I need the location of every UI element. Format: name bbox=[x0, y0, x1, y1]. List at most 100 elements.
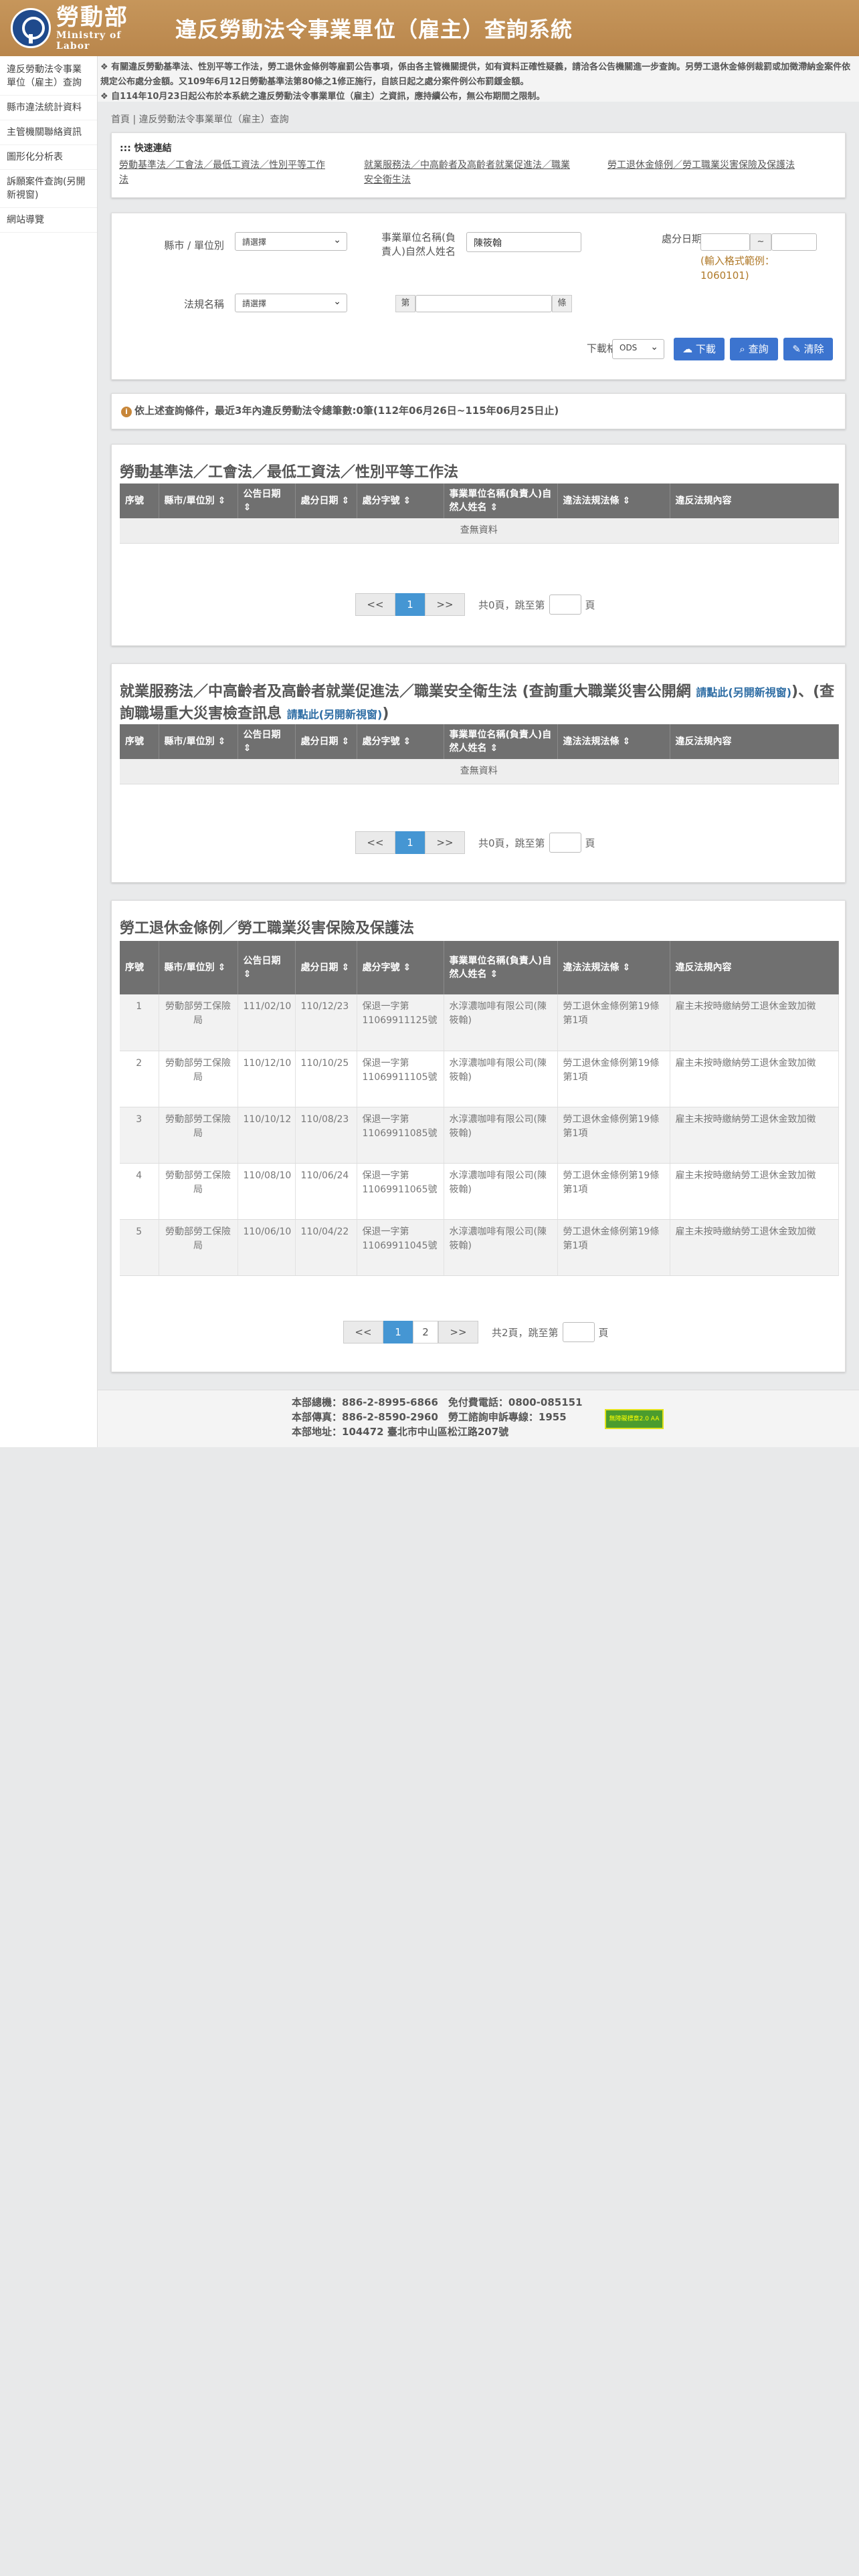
workplace-disaster-link[interactable]: 請點此(另開新視窗) bbox=[287, 708, 383, 721]
col-header: 違反法規內容 bbox=[670, 724, 839, 759]
col-header: 序號 bbox=[120, 941, 159, 994]
col-header[interactable]: 縣市/單位別 ⇕ bbox=[159, 941, 238, 994]
footer-phone: 本部總機：886-2-8995-6866 免付費電話：0800-085151 bbox=[292, 1396, 583, 1408]
quick-link-labor-standards[interactable]: 勞動基準法／工會法／最低工資法／性別平等工作法 bbox=[119, 158, 333, 187]
col-header[interactable]: 處分日期 ⇕ bbox=[295, 724, 357, 759]
prev-page-button[interactable]: << bbox=[355, 831, 395, 854]
col-header: 違反法規內容 bbox=[670, 941, 839, 994]
county-select[interactable]: 請選擇 ⌄ bbox=[235, 232, 347, 251]
page-1-button[interactable]: 1 bbox=[395, 593, 425, 616]
cloud-download-icon: ☁ bbox=[682, 343, 693, 355]
query-button[interactable]: ⌕ 查詢 bbox=[730, 338, 778, 360]
col-header[interactable]: 事業單位名稱(負責人)自然人姓名 ⇕ bbox=[444, 724, 558, 759]
results-table-employment-services: 序號 縣市/單位別 ⇕ 公告日期 ⇕ 處分日期 ⇕ 處分字號 ⇕ 事業單位名稱(… bbox=[120, 724, 839, 784]
article-suffix: 條 bbox=[552, 295, 572, 312]
notice-line: ❖ 有關違反勞動基準法、性別平等工作法，勞工退休金條例等雇罰公告事項，係由各主管… bbox=[100, 62, 851, 87]
cell-index: 4 bbox=[120, 1163, 159, 1220]
accessibility-badge[interactable]: 無障礙標章2.0 AA bbox=[605, 1409, 664, 1429]
format-select[interactable]: ODS ⌄ bbox=[612, 339, 664, 359]
sidebar-item-county-stats[interactable]: 縣市違法統計資料 bbox=[0, 96, 97, 120]
col-header[interactable]: 縣市/單位別 ⇕ bbox=[159, 484, 238, 518]
col-header[interactable]: 事業單位名稱(負責人)自然人姓名 ⇕ bbox=[444, 941, 558, 994]
sidebar-item-appeal-query[interactable]: 訴願案件查詢(另開新視窗) bbox=[0, 170, 97, 208]
section-labor-standards: 勞動基準法／工會法／最低工資法／性別平等工作法 序號 縣市/單位別 ⇕ 公告日期… bbox=[111, 444, 846, 646]
page-1-button[interactable]: 1 bbox=[383, 1321, 413, 1344]
col-header[interactable]: 處分日期 ⇕ bbox=[295, 941, 357, 994]
cell-index: 3 bbox=[120, 1107, 159, 1164]
cell-index: 1 bbox=[120, 994, 159, 1051]
col-header[interactable]: 違法法規法條 ⇕ bbox=[557, 484, 670, 518]
prev-page-button[interactable]: << bbox=[355, 593, 395, 616]
date-start-input[interactable] bbox=[700, 233, 750, 251]
next-page-button[interactable]: >> bbox=[425, 593, 465, 616]
cell-penalty-date: 110/10/25 bbox=[295, 1051, 357, 1107]
cell-penalty-date: 110/06/24 bbox=[295, 1163, 357, 1220]
page-summary: 共2頁，跳至第 bbox=[492, 1326, 559, 1339]
sidebar-item-authority-contacts[interactable]: 主管機關聯絡資訊 bbox=[0, 120, 97, 145]
section-title-text: ) bbox=[382, 706, 389, 722]
query-button-label: 查詢 bbox=[748, 343, 769, 355]
law-select[interactable]: 請選擇 ⌄ bbox=[235, 294, 347, 312]
breadcrumb[interactable]: 首頁 | 違反勞動法令事業單位（雇主）查詢 bbox=[111, 112, 289, 126]
ministry-logo[interactable]: 勞動部 Ministry of Labor bbox=[11, 3, 155, 53]
page-background bbox=[0, 1447, 859, 2576]
quick-link-employment-services[interactable]: 就業服務法／中高齡者及高齡者就業促進法／職業安全衛生法 bbox=[364, 158, 578, 187]
section-employment-services-title: 就業服務法／中高齡者及高齡者就業促進法／職業安全衛生法 (查詢重大職業災害公開網… bbox=[120, 681, 838, 726]
sidebar-item-sitemap[interactable]: 網站導覽 bbox=[0, 208, 97, 233]
col-header[interactable]: 違法法規法條 ⇕ bbox=[557, 941, 670, 994]
jump-page-input[interactable] bbox=[549, 833, 581, 853]
section-pension-insurance-title: 勞工退休金條例／勞工職業災害保險及保護法 bbox=[120, 920, 415, 937]
cell-employer: 水淳濃咖啡有限公司(陳筱翰) bbox=[444, 1219, 558, 1276]
col-header[interactable]: 公告日期 ⇕ bbox=[237, 724, 296, 759]
edit-icon: ✎ bbox=[792, 343, 801, 355]
major-disaster-link[interactable]: 請點此(另開新視窗) bbox=[696, 686, 791, 699]
page-2-button[interactable]: 2 bbox=[413, 1321, 438, 1344]
download-button[interactable]: ☁ 下載 bbox=[674, 338, 725, 360]
download-button-label: 下載 bbox=[695, 343, 716, 355]
next-page-button[interactable]: >> bbox=[425, 831, 465, 854]
col-header[interactable]: 公告日期 ⇕ bbox=[237, 484, 296, 518]
date-end-input[interactable] bbox=[771, 233, 817, 251]
date-label: 處分日期 bbox=[661, 233, 702, 245]
section-labor-standards-title: 勞動基準法／工會法／最低工資法／性別平等工作法 bbox=[120, 464, 459, 481]
logo-english-text: Ministry of Labor bbox=[56, 30, 122, 51]
jump-page-input[interactable] bbox=[549, 595, 581, 615]
col-header[interactable]: 違法法規法條 ⇕ bbox=[557, 724, 670, 759]
quick-link-pension-insurance[interactable]: 勞工退休金條例／勞工職業災害保險及保護法 bbox=[607, 158, 822, 173]
page-summary: 共0頁，跳至第 bbox=[478, 837, 545, 849]
col-header[interactable]: 處分字號 ⇕ bbox=[357, 484, 444, 518]
col-header[interactable]: 事業單位名稱(負責人)自然人姓名 ⇕ bbox=[444, 484, 558, 518]
col-header[interactable]: 縣市/單位別 ⇕ bbox=[159, 724, 238, 759]
article-number-input[interactable] bbox=[415, 295, 552, 312]
cell-violation: 雇主未按時繳納勞工退休金致加徵 bbox=[670, 1163, 839, 1220]
col-header[interactable]: 處分日期 ⇕ bbox=[295, 484, 357, 518]
footer-fax: 本部傳真：886-2-8590-2960 勞工諮詢申訴專線：1955 bbox=[292, 1411, 567, 1423]
cell-violation: 雇主未按時繳納勞工退休金致加徵 bbox=[670, 1107, 839, 1164]
cell-announce-date: 110/08/10 bbox=[237, 1163, 296, 1220]
col-header[interactable]: 公告日期 ⇕ bbox=[237, 941, 296, 994]
page-suffix: 頁 bbox=[598, 1326, 609, 1339]
page-1-button[interactable]: 1 bbox=[395, 831, 425, 854]
chevron-down-icon: ⌄ bbox=[650, 342, 658, 352]
result-summary: i 依上述查詢條件，最近3年內違反勞動法令總筆數:0筆(112年06月26日~11… bbox=[111, 393, 846, 429]
cell-penalty-date: 110/12/23 bbox=[295, 994, 357, 1051]
cell-employer: 水淳濃咖啡有限公司(陳筱翰) bbox=[444, 1107, 558, 1164]
employer-name-input[interactable]: 陳筱翰 bbox=[466, 232, 581, 252]
law-select-value: 請選擇 bbox=[242, 299, 267, 308]
next-page-button[interactable]: >> bbox=[438, 1321, 478, 1344]
cell-violation: 雇主未按時繳納勞工退休金致加徵 bbox=[670, 1219, 839, 1276]
jump-page-input[interactable] bbox=[562, 1322, 595, 1342]
col-header[interactable]: 處分字號 ⇕ bbox=[357, 941, 444, 994]
table-header-row: 序號 縣市/單位別 ⇕ 公告日期 ⇕ 處分日期 ⇕ 處分字號 ⇕ 事業單位名稱(… bbox=[120, 484, 839, 518]
clear-button[interactable]: ✎ 清除 bbox=[783, 338, 833, 360]
results-table-pension-insurance: 序號 縣市/單位別 ⇕ 公告日期 ⇕ 處分日期 ⇕ 處分字號 ⇕ 事業單位名稱(… bbox=[120, 941, 839, 1276]
sidebar-item-graphical-analysis[interactable]: 圖形化分析表 bbox=[0, 145, 97, 170]
page-summary: 共0頁，跳至第 bbox=[478, 599, 545, 611]
sidebar-item-employer-query[interactable]: 違反勞動法令事業單位（雇主）查詢 bbox=[0, 56, 97, 96]
cell-document-no: 保退一字第11069911045號 bbox=[357, 1219, 444, 1276]
sidebar-nav: 違反勞動法令事業單位（雇主）查詢 縣市違法統計資料 主管機關聯絡資訊 圖形化分析… bbox=[0, 56, 98, 1447]
notice-banner: ❖ 有關違反勞動基準法、性別平等工作法，勞工退休金條例等雇罰公告事項，係由各主管… bbox=[98, 56, 859, 102]
prev-page-button[interactable]: << bbox=[343, 1321, 383, 1344]
col-header[interactable]: 處分字號 ⇕ bbox=[357, 724, 444, 759]
section-title-text: 就業服務法／中高齡者及高齡者就業促進法／職業安全衛生法 (查詢重大職業災害公開網 bbox=[120, 683, 691, 700]
